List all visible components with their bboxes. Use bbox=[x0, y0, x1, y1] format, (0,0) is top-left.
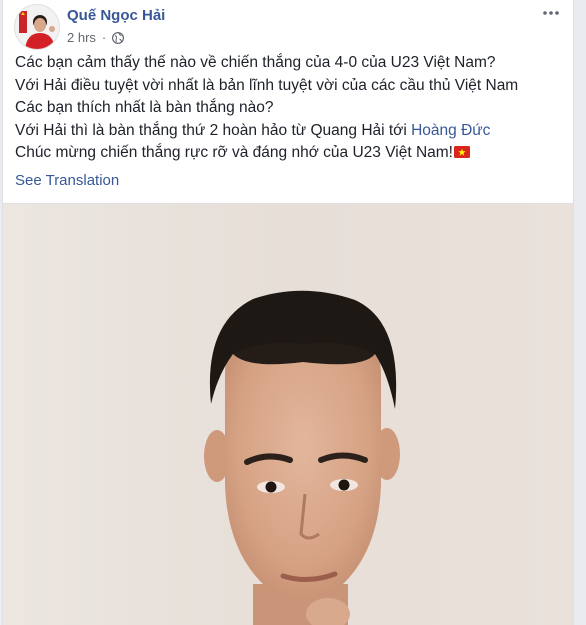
more-options-button[interactable] bbox=[541, 6, 561, 20]
post-text: Các bạn cảm thấy thế nào về chiến thắng … bbox=[15, 52, 565, 165]
facebook-post: Quế Ngọc Hải 2 hrs · Các bạn cảm thấy th… bbox=[2, 0, 574, 625]
author-avatar[interactable] bbox=[14, 4, 60, 50]
post-line-2: Với Hải điều tuyệt vời nhất là bản lĩnh … bbox=[15, 76, 519, 94]
post-timestamp[interactable]: 2 hrs bbox=[67, 30, 96, 45]
post-line-5: Chúc mừng chiến thắng rực rỡ và đáng nhớ… bbox=[15, 142, 565, 165]
see-translation-link[interactable]: See Translation bbox=[15, 172, 119, 189]
avatar-image bbox=[15, 5, 59, 49]
author-name[interactable]: Quế Ngọc Hải bbox=[67, 7, 165, 24]
mention-link-hoang-duc[interactable]: Hoàng Đức bbox=[411, 122, 490, 139]
post-line-5-text: Chúc mừng chiến thắng rực rỡ và đáng nhớ… bbox=[15, 144, 453, 162]
meta-separator: · bbox=[101, 30, 107, 45]
selfie-photo bbox=[3, 204, 573, 625]
post-line-4: Với Hải thì là bàn thắng thứ 2 hoàn hảo … bbox=[15, 120, 565, 143]
vietnam-flag-icon bbox=[454, 143, 470, 159]
more-options-icon bbox=[543, 11, 559, 15]
post-line-4-text: Với Hải thì là bàn thắng thứ 2 hoàn hảo … bbox=[15, 121, 412, 139]
post-meta: 2 hrs · bbox=[67, 30, 125, 45]
globe-icon[interactable] bbox=[112, 31, 125, 44]
post-photo[interactable] bbox=[3, 203, 573, 625]
post-line-1: Các bạn cảm thấy thế nào về chiến thắng … bbox=[15, 54, 496, 71]
post-line-3: Các bạn thích nhất là bàn thắng nào? bbox=[15, 99, 274, 117]
post-header: Quế Ngọc Hải 2 hrs · bbox=[3, 0, 573, 52]
